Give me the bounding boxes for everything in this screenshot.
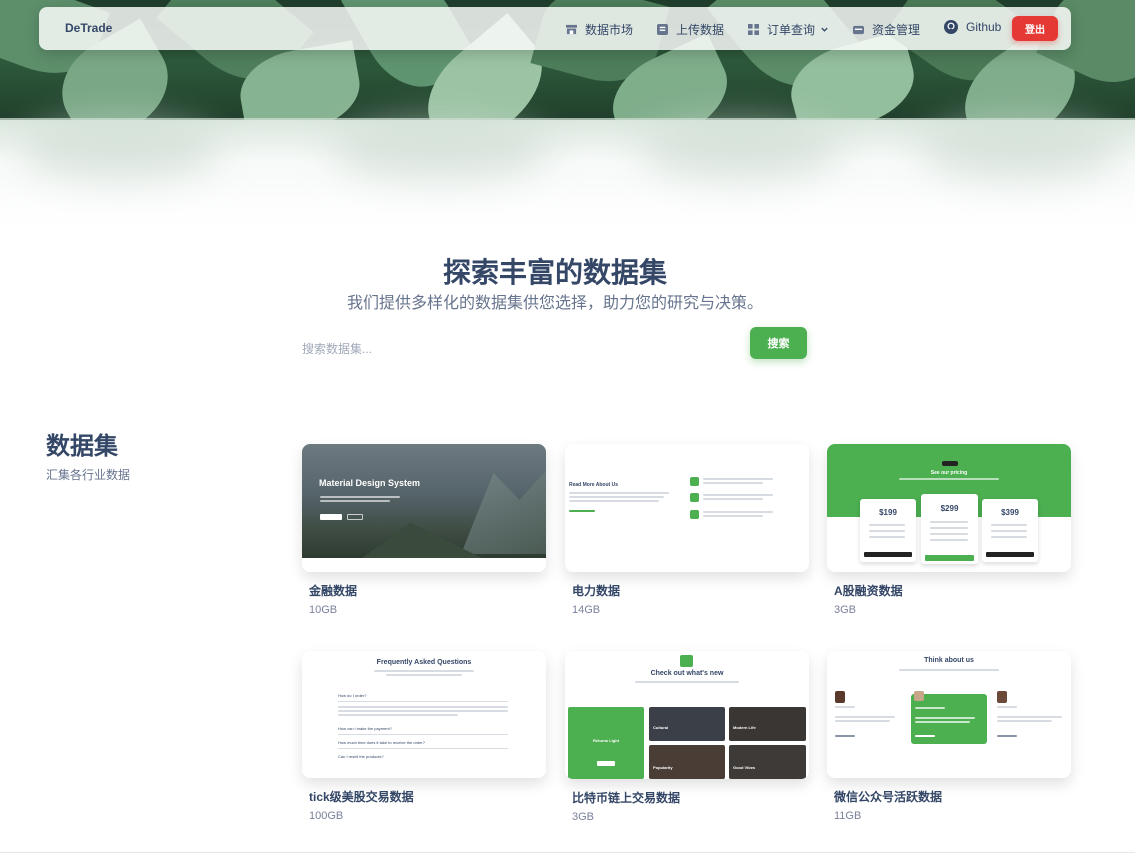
dataset-size: 100GB <box>309 810 344 822</box>
dataset-name: A股融资数据 <box>834 584 903 598</box>
wallet-icon <box>853 25 864 35</box>
tile-label: Popularity <box>653 765 673 770</box>
dataset-name: 比特币链上交易数据 <box>572 791 681 805</box>
price-label: $399 <box>1001 508 1019 517</box>
dataset-card[interactable]: Material Design System 金融数据 10GB <box>302 444 546 616</box>
price-label: $299 <box>940 504 959 513</box>
nav-item-funds[interactable]: 资金管理 <box>853 21 920 38</box>
dataset-thumbnail: Frequently Asked Questions How do I orde… <box>302 651 546 778</box>
dataset-thumbnail: Read More About Us <box>565 444 809 572</box>
dataset-card[interactable]: See our pricing $199 $299 $399 A股融资数据 3G… <box>827 444 1071 616</box>
dataset-name: 金融数据 <box>309 584 358 598</box>
thumb-title: Frequently Asked Questions <box>376 659 472 666</box>
chevron-down-icon <box>821 27 828 32</box>
search-input[interactable] <box>298 336 738 362</box>
nav-item-github[interactable]: Github <box>944 20 1001 34</box>
hero-blur <box>330 120 550 180</box>
dataset-name: 电力数据 <box>572 584 621 598</box>
brand-logo[interactable]: DeTrade <box>65 21 112 35</box>
dataset-size: 10GB <box>309 604 338 616</box>
hero-blur <box>20 120 220 180</box>
nav-label: 资金管理 <box>872 23 921 37</box>
thumb-title: See our pricing <box>930 470 968 476</box>
tile-label: Returns Light <box>593 738 619 743</box>
tile-label: Cultural <box>653 725 669 730</box>
nav-item-market[interactable]: 数据市场 <box>566 21 633 38</box>
dataset-size: 3GB <box>834 604 857 616</box>
thumb-title: Material Design System <box>319 478 421 488</box>
search-button[interactable]: 搜索 <box>750 327 807 359</box>
dataset-size: 14GB <box>572 604 601 616</box>
grid-icon <box>748 24 759 35</box>
page-subtitle: 我们提供多样化的数据集供您选择，助力您的研究与决策。 <box>346 295 763 312</box>
nav-label: 数据市场 <box>585 23 634 37</box>
dataset-thumbnail: Check out what's new Returns Light Cultu… <box>565 651 809 779</box>
dataset-card[interactable]: Check out what's new Returns Light Cultu… <box>565 651 809 823</box>
page-title: 探索丰富的数据集 <box>442 257 667 288</box>
nav-label: Github <box>966 20 1002 34</box>
thumb-title: Check out what's new <box>650 670 724 677</box>
dataset-card[interactable]: Read More About Us 电力数据 14GB <box>565 444 809 616</box>
nav-label: 订单查询 <box>767 23 816 37</box>
logout-button[interactable]: 登出 <box>1012 16 1058 41</box>
navbar: DeTrade 数据市场 上传数据 订单查询 资金管理 Github 登出 <box>39 7 1071 50</box>
tile-label: Modern Life <box>733 725 756 730</box>
github-icon <box>944 20 958 34</box>
dataset-card[interactable]: Think about us 微信公众号活跃数据 11GB <box>827 651 1071 822</box>
store-icon <box>566 24 577 35</box>
dataset-card[interactable]: Frequently Asked Questions How do I orde… <box>302 651 546 822</box>
nav-label: 上传数据 <box>676 23 725 37</box>
nav-item-upload[interactable]: 上传数据 <box>657 21 724 38</box>
faq-question: Can I resell the products? <box>338 754 384 759</box>
faq-question: How can i make the payment? <box>338 726 392 731</box>
tile-label: Good Vibes <box>733 765 756 770</box>
dataset-thumbnail: Think about us <box>827 651 1071 778</box>
dataset-name: tick级美股交易数据 <box>309 790 414 804</box>
dataset-thumbnail: See our pricing $199 $299 $399 <box>827 444 1071 572</box>
dataset-thumbnail: Material Design System <box>302 444 546 572</box>
faq-question: How much time does it take to receive th… <box>338 740 425 745</box>
section-title: 数据集 <box>46 433 118 460</box>
section-subtitle: 汇集各行业数据 <box>46 468 131 482</box>
thumb-title: Think about us <box>924 657 974 664</box>
nav-item-orders[interactable]: 订单查询 <box>748 21 829 38</box>
divider <box>0 852 1135 853</box>
dataset-name: 微信公众号活跃数据 <box>834 790 943 804</box>
upload-icon <box>657 24 668 35</box>
price-label: $199 <box>879 508 897 517</box>
thumb-title: Read More About Us <box>569 482 618 488</box>
dataset-size: 11GB <box>834 810 862 822</box>
dataset-size: 3GB <box>572 811 595 823</box>
hero-blur <box>920 120 1120 180</box>
faq-question: How do I order? <box>338 693 367 698</box>
hero-blur <box>640 120 840 180</box>
